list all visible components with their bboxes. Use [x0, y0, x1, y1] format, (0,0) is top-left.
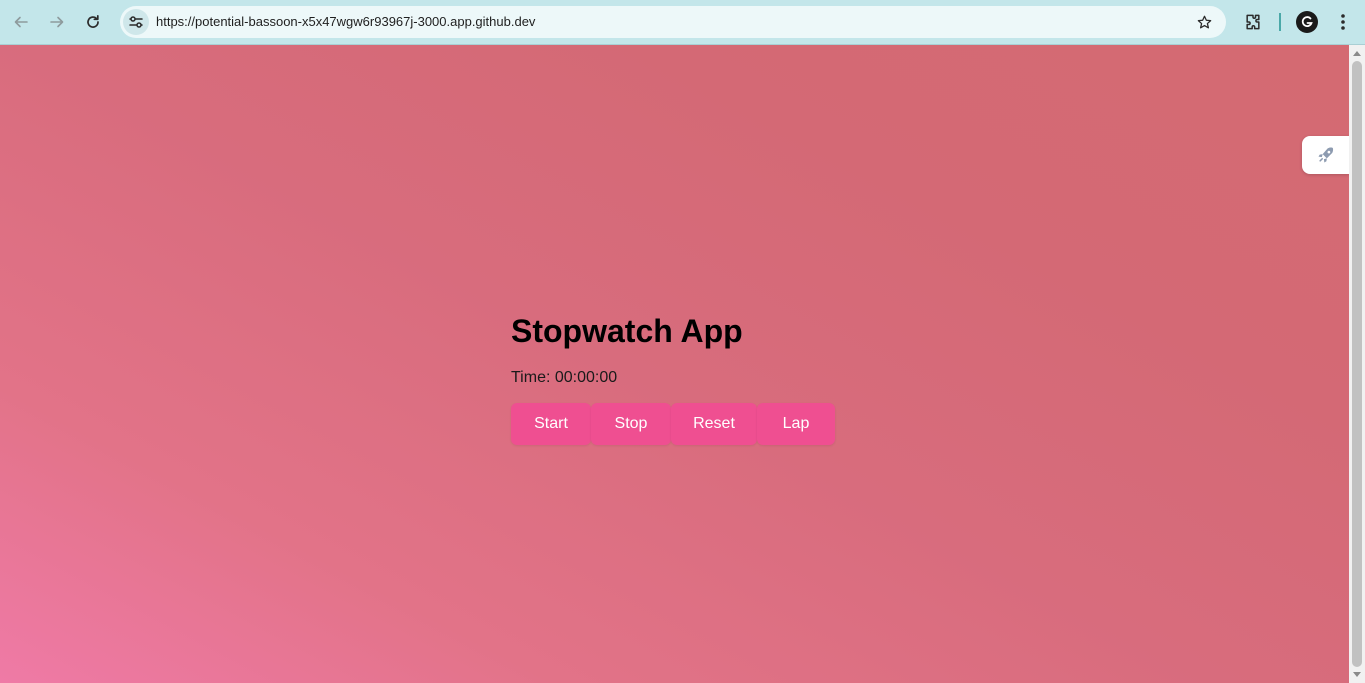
page-viewport: Stopwatch App Time: 00:00:00 Start Stop … — [0, 45, 1349, 683]
back-button[interactable] — [8, 9, 34, 35]
back-arrow-icon — [14, 16, 28, 28]
rocket-icon — [1318, 147, 1333, 163]
profile-button[interactable] — [1296, 11, 1318, 33]
extensions-button[interactable] — [1241, 10, 1265, 34]
scroll-down-arrow-icon[interactable] — [1353, 672, 1361, 677]
reload-icon — [87, 14, 99, 28]
bookmark-button[interactable] — [1194, 12, 1214, 32]
scroll-thumb[interactable] — [1352, 61, 1362, 667]
time-display: Time: 00:00:00 — [511, 369, 618, 386]
page-title: Stopwatch App — [511, 313, 743, 349]
toolbar-divider — [1279, 13, 1281, 31]
scroll-up-arrow-icon[interactable] — [1353, 51, 1361, 56]
tune-icon — [129, 16, 143, 28]
puzzle-icon — [1246, 14, 1260, 30]
vertical-scrollbar[interactable] — [1349, 45, 1365, 683]
profile-avatar-icon — [1301, 16, 1313, 27]
stopwatch-app: Stopwatch App Time: 00:00:00 Start Stop … — [511, 315, 835, 445]
forward-button[interactable] — [44, 9, 70, 35]
stopwatch-controls: Start Stop Reset Lap — [511, 403, 835, 445]
forward-arrow-icon — [50, 16, 64, 28]
star-icon — [1197, 15, 1211, 28]
reset-button[interactable]: Reset — [671, 403, 757, 445]
kebab-menu-icon — [1341, 14, 1345, 30]
url-text[interactable]: https://potential-bassoon-x5x47wgw6r9396… — [156, 14, 535, 29]
side-widget-button[interactable] — [1302, 136, 1349, 174]
browser-menu-button[interactable] — [1331, 10, 1355, 34]
browser-toolbar: https://potential-bassoon-x5x47wgw6r9396… — [0, 0, 1365, 45]
address-bar[interactable]: https://potential-bassoon-x5x47wgw6r9396… — [120, 6, 1226, 38]
reload-button[interactable] — [80, 9, 106, 35]
stop-button[interactable]: Stop — [591, 403, 671, 445]
start-button[interactable]: Start — [511, 403, 591, 445]
site-info-button[interactable] — [123, 9, 149, 35]
lap-button[interactable]: Lap — [757, 403, 835, 445]
